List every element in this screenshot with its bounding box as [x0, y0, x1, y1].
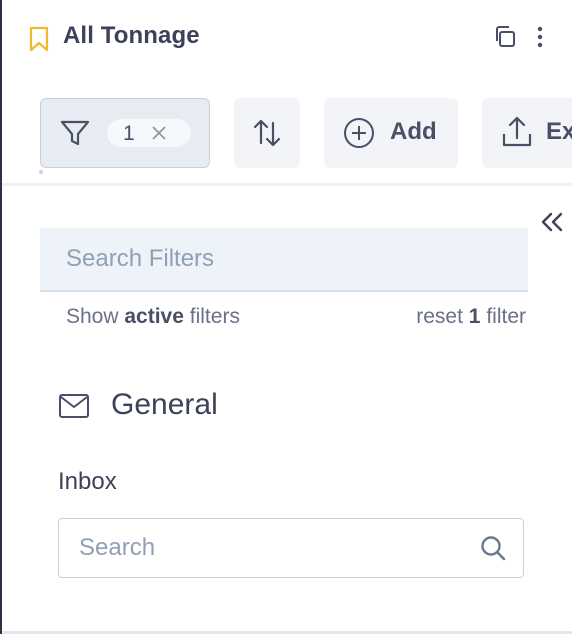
reset-filter-link[interactable]: reset 1 filter — [416, 305, 526, 329]
toolbar-divider — [2, 183, 572, 186]
plus-circle-icon — [344, 118, 374, 148]
funnel-icon — [60, 120, 90, 146]
search-icon[interactable] — [479, 534, 507, 562]
sort-button[interactable] — [234, 98, 300, 168]
copy-icon[interactable] — [492, 24, 518, 50]
mail-icon — [59, 394, 89, 418]
inbox-search-field — [58, 518, 524, 578]
filter-count: 1 — [123, 122, 135, 145]
search-filters-input[interactable] — [40, 228, 528, 292]
show-active-prefix: Show — [66, 305, 119, 328]
show-active-filters-link[interactable]: Show active filters — [66, 305, 240, 329]
filter-button[interactable]: 1 — [40, 98, 210, 168]
sort-arrows-icon — [253, 119, 281, 147]
show-active-bold: active — [124, 305, 184, 328]
chevrons-left-icon[interactable] — [538, 208, 566, 236]
bookmark-icon[interactable] — [28, 26, 50, 52]
export-button[interactable]: Ex — [482, 98, 572, 168]
inbox-search-input[interactable] — [59, 519, 469, 576]
close-icon[interactable] — [151, 125, 167, 141]
more-vertical-icon[interactable] — [531, 24, 549, 50]
reset-count: 1 — [468, 305, 481, 328]
add-button-label: Add — [390, 118, 437, 145]
export-button-label: Ex — [546, 118, 572, 145]
reset-suffix: filter — [486, 305, 526, 328]
upload-icon — [502, 116, 532, 147]
page-title: All Tonnage — [63, 22, 200, 49]
add-button[interactable]: Add — [324, 98, 458, 168]
inbox-label: Inbox — [58, 468, 117, 495]
filter-count-badge: 1 — [107, 119, 191, 147]
filter-panel-window: All Tonnage 1 Add E Search Filters Show … — [0, 0, 572, 634]
reset-prefix: reset — [416, 305, 463, 328]
resize-handle — [39, 170, 43, 174]
section-title-general: General — [111, 388, 218, 421]
show-active-suffix: filters — [189, 305, 240, 328]
